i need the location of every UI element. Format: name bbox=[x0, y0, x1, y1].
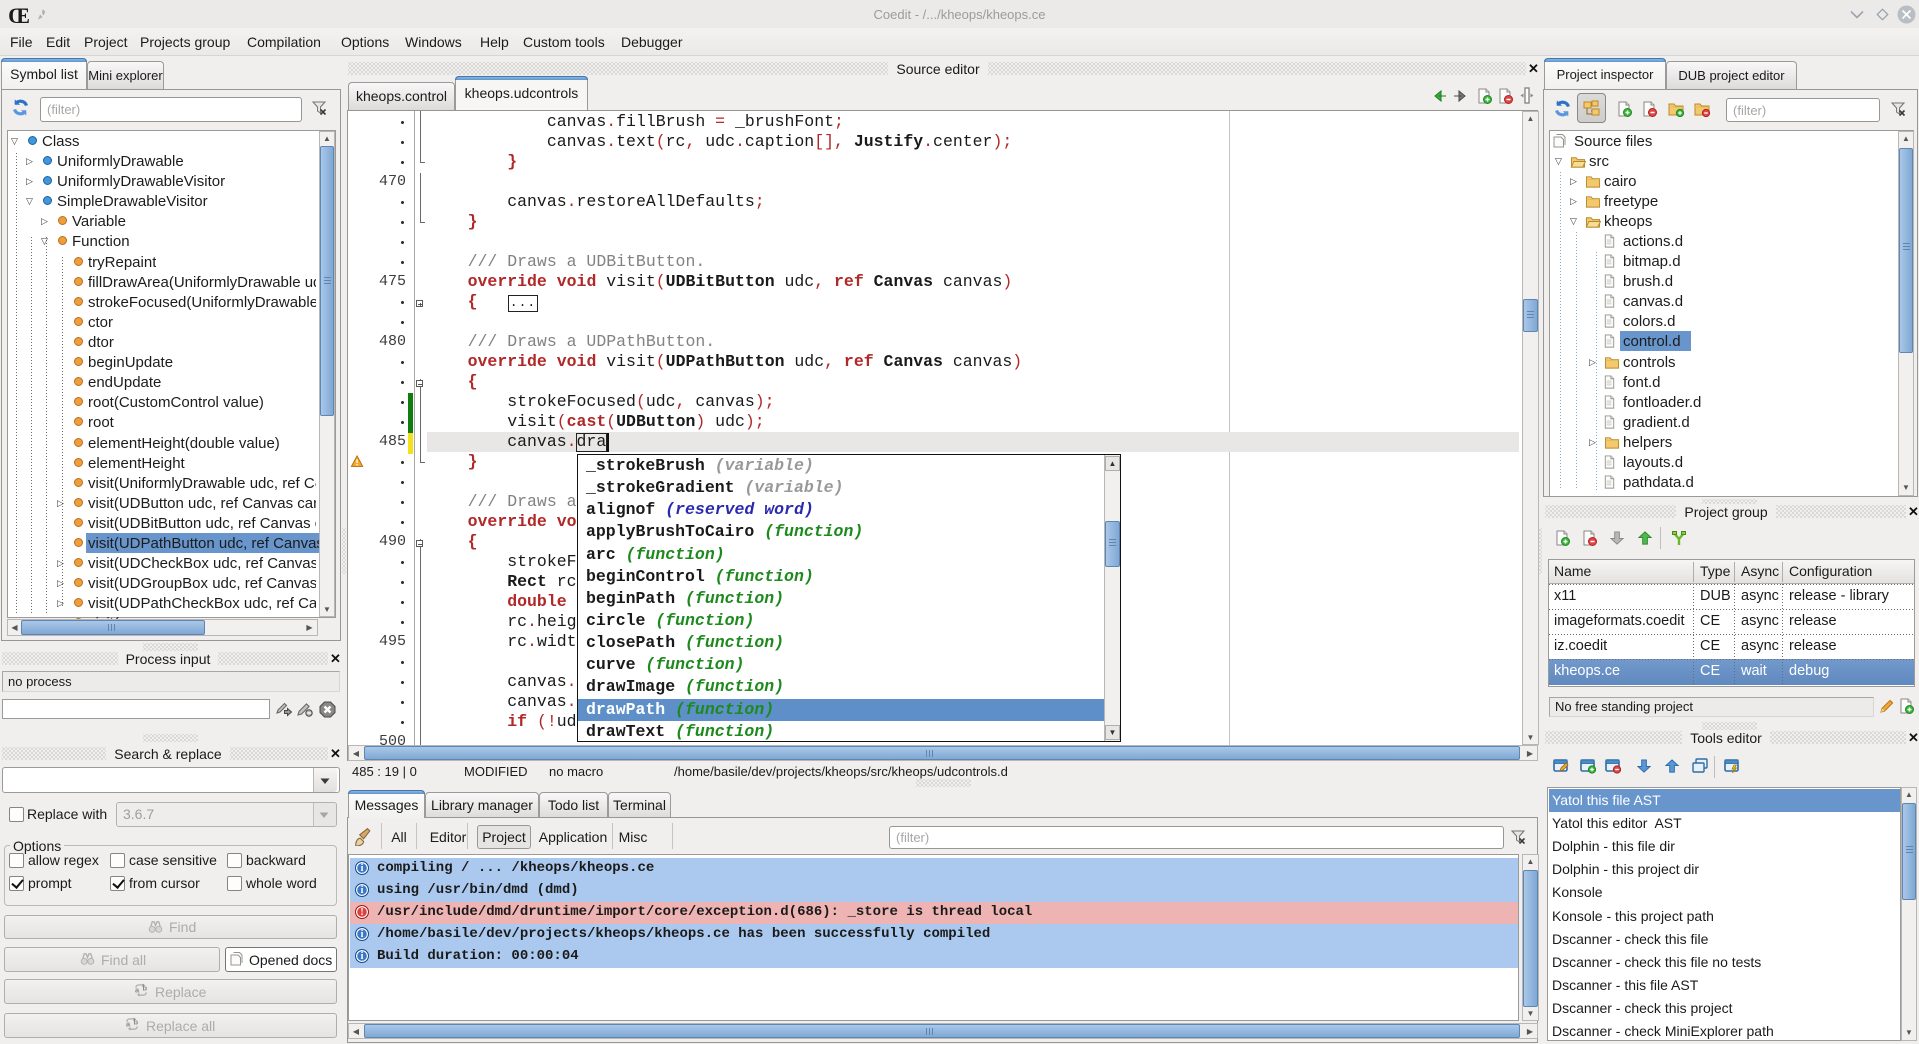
svg-text:b: b bbox=[142, 984, 147, 993]
svg-text:a: a bbox=[135, 985, 140, 994]
svg-text:b: b bbox=[133, 1018, 138, 1027]
svg-text:a: a bbox=[126, 1019, 131, 1028]
